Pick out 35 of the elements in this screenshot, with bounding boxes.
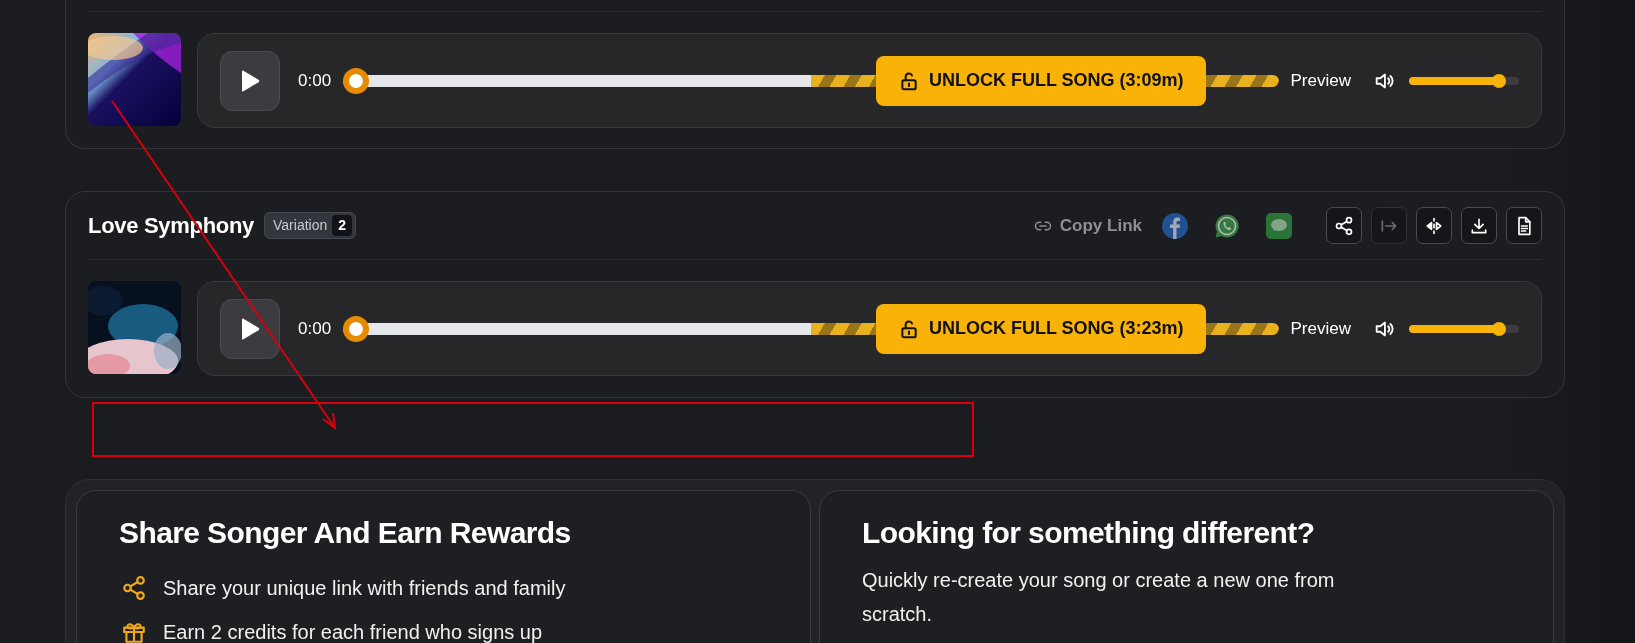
progress-thumb[interactable] (343, 67, 370, 94)
document-button[interactable] (1506, 207, 1542, 244)
progress-thumb[interactable] (343, 315, 370, 342)
download-button[interactable] (1461, 207, 1497, 244)
share-icon (1334, 215, 1354, 236)
unlock-icon (898, 70, 919, 91)
variation-badge: Variation 2 (264, 212, 357, 239)
preview-label: Preview (1290, 69, 1351, 92)
play-icon (240, 317, 260, 340)
unlock-icon (898, 318, 919, 339)
play-button[interactable] (220, 298, 280, 359)
flip-button[interactable] (1416, 207, 1452, 244)
card-text: Quickly re-create your song or create a new one from scratch. (862, 568, 1336, 627)
volume-thumb[interactable] (1492, 73, 1507, 88)
share-button[interactable] (1326, 207, 1362, 244)
message-icon[interactable] (1266, 212, 1292, 239)
unlock-button[interactable]: UNLOCK FULL SONG (3:09m) (876, 55, 1207, 106)
volume-slider[interactable] (1409, 73, 1519, 88)
flip-icon (1424, 215, 1444, 236)
card-heading: Share Songer And Earn Rewards (119, 515, 572, 551)
preview-label: Preview (1290, 317, 1351, 340)
reward-text: Share your unique link with friends and family (163, 576, 566, 601)
card-heading: Looking for something different? (862, 515, 1316, 551)
time-label: 0:00 (298, 69, 332, 92)
reward-text: Earn 2 credits for each friend who signs up (163, 620, 543, 643)
whatsapp-icon[interactable] (1214, 212, 1240, 239)
play-icon (240, 69, 260, 92)
play-button[interactable] (220, 50, 280, 111)
share-icon (121, 575, 147, 601)
facebook-icon[interactable] (1162, 212, 1188, 239)
time-label: 0:00 (298, 317, 332, 340)
volume-thumb[interactable] (1492, 321, 1507, 336)
volume-slider[interactable] (1409, 321, 1519, 336)
copy-link-button[interactable]: Copy Link (1033, 212, 1142, 239)
unlock-button[interactable]: UNLOCK FULL SONG (3:23m) (876, 303, 1207, 354)
